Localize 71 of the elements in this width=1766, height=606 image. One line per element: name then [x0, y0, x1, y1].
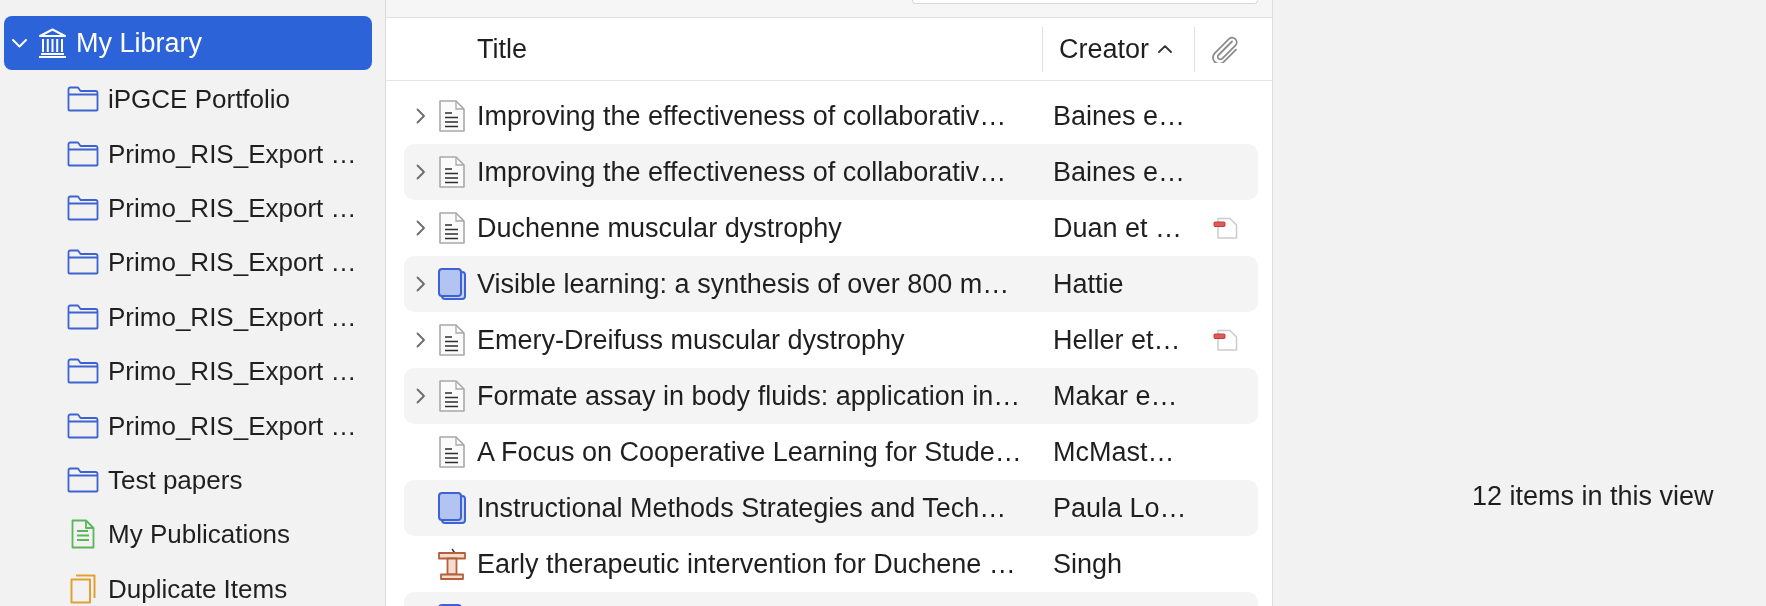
item-row[interactable]: A Focus on Cooperative Learning for Stude… McMast… [404, 424, 1258, 480]
sidebar-item[interactable]: Primo_RIS_Export … [0, 289, 385, 344]
item-title: Emery-Dreifuss muscular dystrophy [477, 324, 905, 355]
item-row[interactable]: Visible learning: a synthesis of over 800 m… Hattie [404, 256, 1258, 312]
duplicate-documents-icon [70, 573, 96, 604]
lectern-icon [438, 548, 466, 580]
item-title: A Focus on Cooperative Learning for Stude… [477, 436, 1022, 467]
document-icon [439, 156, 465, 188]
item-creator: Baines e… [1053, 156, 1186, 187]
column-header[interactable]: Title [386, 18, 1042, 80]
library-icon [38, 28, 67, 58]
item-title: Visible learning: a synthesis of over 800 m… [477, 268, 1010, 299]
sidebar-item[interactable]: Primo_RIS_Export … [0, 343, 385, 399]
item-row[interactable]: Instructional Methods Strategies and Tech… Paula Lo… [404, 480, 1258, 536]
folder-icon [67, 249, 99, 276]
sidebar-item[interactable]: My Publications [0, 507, 385, 562]
item-title: Duchenne muscular dystrophy [477, 212, 842, 243]
folder-icon [67, 358, 99, 385]
chevron-right-icon[interactable] [416, 388, 426, 404]
sidebar-item[interactable]: Duplicate Items [0, 561, 385, 606]
document-icon [71, 519, 95, 550]
item-creator: Duan et … [1053, 212, 1183, 243]
document-icon [439, 324, 465, 356]
item-creator: Makar e… [1053, 380, 1178, 411]
item-title: Formate assay in body fluids: application in… [477, 380, 1021, 411]
paperclip-icon [1210, 35, 1241, 63]
chevron-right-icon[interactable] [416, 164, 426, 180]
item-title: Improving the effectiveness of collaborativ… [477, 156, 1007, 187]
sidebar-item[interactable]: Test papers [0, 452, 385, 508]
item-creator: Singh [1053, 548, 1123, 579]
item-creator: Heller et… [1053, 324, 1181, 355]
chevron-down-icon[interactable] [12, 38, 27, 48]
sidebar-item[interactable]: Primo_RIS_Export … [0, 398, 385, 453]
item-title: Early therapeutic intervention for Duchene … [477, 548, 1016, 579]
pdf-attachment-icon[interactable] [1213, 217, 1238, 239]
item-title: Improving the effectiveness of collaborativ… [477, 100, 1007, 131]
folder-icon [67, 194, 99, 221]
column-header[interactable]: Creator [1042, 26, 1194, 72]
chevron-right-icon[interactable] [416, 332, 426, 348]
item-creator: Baines e… [1053, 100, 1186, 131]
document-icon [439, 380, 465, 412]
folder-icon [67, 412, 99, 439]
sidebar-item[interactable]: Primo_RIS_Export … [0, 235, 385, 290]
sidebar-item[interactable]: Primo_RIS_Export … [0, 126, 385, 181]
book-icon [438, 268, 466, 300]
document-icon [439, 212, 465, 244]
item-row[interactable]: Improving the effectiveness of collaborativ… Baines e… [404, 88, 1258, 144]
chevron-right-icon[interactable] [416, 276, 426, 292]
item-row[interactable]: Formate assay in body fluids: application in… Makar e… [404, 368, 1258, 424]
folder-icon [67, 466, 99, 493]
folder-icon [67, 86, 99, 113]
item-creator: Hattie [1053, 268, 1124, 299]
item-row[interactable]: Emery-Dreifuss muscular dystrophy Heller et… [404, 312, 1258, 368]
document-icon [439, 100, 465, 132]
pdf-attachment-icon[interactable] [1213, 329, 1238, 351]
item-row[interactable]: Duchenne muscular dystrophy Duan et … [404, 200, 1258, 256]
sidebar-item[interactable]: My Library [4, 16, 372, 70]
item-creator: Paula Lo… [1053, 492, 1187, 523]
sidebar-item[interactable]: Primo_RIS_Export … [0, 180, 385, 236]
chevron-right-icon[interactable] [416, 220, 426, 236]
book-icon [438, 492, 466, 524]
item-title: Instructional Methods Strategies and Tech… [477, 492, 1007, 523]
chevron-right-icon[interactable] [416, 108, 426, 124]
item-creator: McMast… [1053, 436, 1175, 467]
item-row[interactable]: Early therapeutic intervention for Duchene … Singh [404, 536, 1258, 592]
document-icon [439, 436, 465, 468]
item-row[interactable]: Improving the effectiveness of collaborativ… Baines e… [404, 144, 1258, 200]
folder-icon [67, 303, 99, 330]
folder-icon [67, 140, 99, 167]
item-count-text: 12 items in this view [1472, 481, 1714, 511]
sidebar-item[interactable]: iPGCE Portfolio [0, 72, 385, 127]
